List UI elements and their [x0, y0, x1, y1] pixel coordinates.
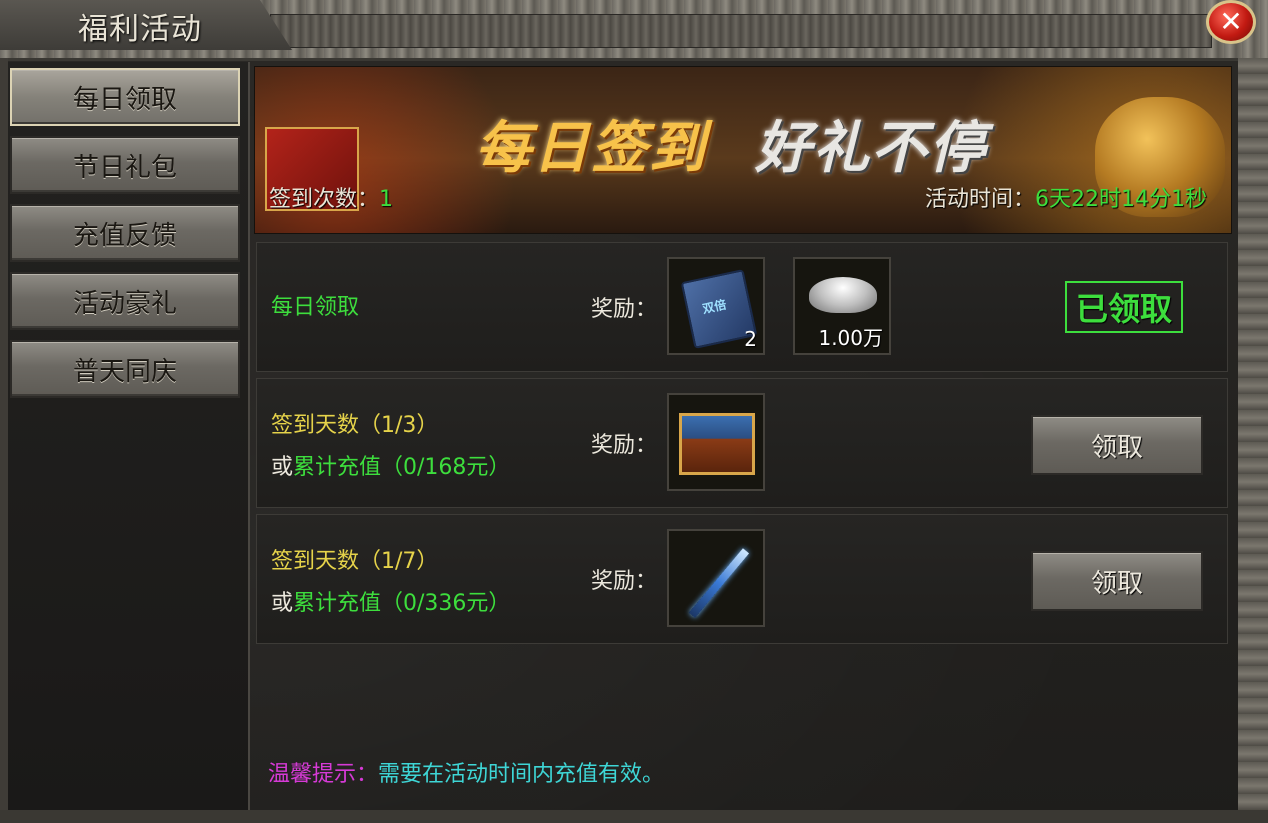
frame-right-border	[1238, 58, 1268, 823]
frame-bottom-border	[0, 810, 1268, 823]
sign-count-label: 签到次数：	[269, 187, 380, 212]
hint-text: 温馨提示：需要在活动时间内充值有效。	[268, 756, 664, 788]
sign-days-requirement: 签到天数（1/3）	[271, 413, 439, 438]
side-menu: 每日领取 节日礼包 充值反馈 活动豪礼 普天同庆	[8, 62, 250, 810]
activity-time-label: 活动时间：	[925, 187, 1036, 212]
menu-item-recharge-rebate[interactable]: 充值反馈	[10, 204, 240, 262]
activity-time: 活动时间：6天22时14分1秒	[925, 181, 1207, 213]
recharge-requirement: 或累计充值（0/168元）	[271, 447, 510, 489]
recharge-text: 累计充值（0/168元）	[293, 455, 511, 480]
item-quantity: 2	[744, 327, 757, 351]
or-text: 或	[271, 455, 294, 480]
silver-ingot-icon	[809, 277, 877, 313]
close-icon: ✕	[1219, 5, 1243, 38]
activity-time-value: 6天22时14分1秒	[1035, 187, 1207, 212]
banner-title-part2: 好礼不停	[755, 116, 987, 181]
reward-label: 奖励：	[591, 433, 658, 458]
book-glyph: 双倍	[701, 297, 728, 317]
menu-item-event-gifts[interactable]: 活动豪礼	[10, 272, 240, 330]
sign-count: 签到次数：1	[269, 181, 393, 213]
banner-title-part1: 每日签到	[475, 116, 707, 181]
item-quantity: 1.00万	[818, 326, 883, 350]
frame-left-border	[0, 58, 8, 823]
reward-slot-staff[interactable]	[667, 529, 765, 627]
reward-slot-skill-book[interactable]: 双倍 2	[667, 257, 765, 355]
menu-item-daily-claim[interactable]: 每日领取	[10, 68, 240, 126]
claim-button[interactable]: 领取	[1031, 415, 1203, 475]
row-title: 每日领取	[271, 295, 360, 320]
reward-slot-silver[interactable]: 1.00万	[793, 257, 891, 355]
window-title: 福利活动	[78, 12, 202, 47]
close-button[interactable]: ✕	[1206, 0, 1256, 44]
recharge-text: 累计充值（0/336元）	[293, 591, 511, 616]
hint-message: 需要在活动时间内充值有效。	[378, 762, 665, 787]
welfare-window: 福利活动 ✕ 每日领取 节日礼包 充值反馈 活动豪礼 普天同庆 每日签到 好礼不…	[0, 0, 1268, 823]
claimed-status: 已领取	[1065, 281, 1183, 333]
reward-label: 奖励：	[591, 297, 658, 322]
menu-item-festival-gift[interactable]: 节日礼包	[10, 136, 240, 194]
reward-row-7day: 签到天数（1/7） 或累计充值（0/336元） 奖励： 领取	[256, 514, 1228, 644]
reward-row-3day: 签到天数（1/3） 或累计充值（0/168元） 奖励： 领取	[256, 378, 1228, 508]
reward-row-daily: 每日领取 奖励： 双倍 2 1.00万 已领取	[256, 242, 1228, 372]
reward-label: 奖励：	[591, 569, 658, 594]
menu-item-celebration[interactable]: 普天同庆	[10, 340, 240, 398]
or-text: 或	[271, 591, 294, 616]
event-banner: 每日签到 好礼不停 签到次数：1 活动时间：6天22时14分1秒	[254, 66, 1232, 234]
reward-slot-chest[interactable]	[667, 393, 765, 491]
title-bar-ornament	[270, 14, 1212, 48]
treasure-chest-icon	[679, 413, 755, 475]
hint-label: 温馨提示：	[268, 762, 379, 787]
claim-button[interactable]: 领取	[1031, 551, 1203, 611]
magic-staff-icon	[688, 548, 750, 618]
sign-count-value: 1	[379, 187, 394, 212]
sign-days-requirement: 签到天数（1/7）	[271, 549, 439, 574]
recharge-requirement: 或累计充值（0/336元）	[271, 583, 510, 625]
